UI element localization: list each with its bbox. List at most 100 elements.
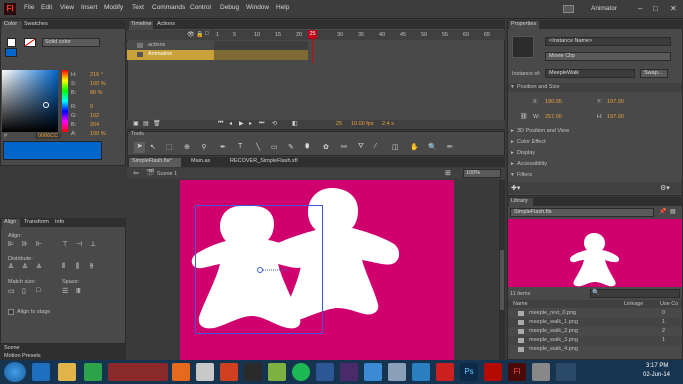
tab-info[interactable]: Info bbox=[55, 219, 64, 225]
new-folder-icon[interactable]: ▤ bbox=[143, 120, 149, 127]
library-search-input[interactable] bbox=[590, 289, 680, 298]
distribute-vcenter-icon[interactable]: ≙ bbox=[22, 263, 28, 271]
distribute-hcenter-icon[interactable]: ⫼ bbox=[76, 263, 79, 271]
align-bottom-icon[interactable]: ⊥ bbox=[90, 240, 96, 248]
paint-bucket-tool-icon[interactable]: ⛛ bbox=[358, 143, 364, 151]
deco-tool-icon[interactable]: ✿ bbox=[323, 143, 329, 151]
instance-name-input[interactable]: <Instance Name> bbox=[545, 37, 671, 46]
filter-options-icon[interactable]: ⚙▾ bbox=[660, 184, 670, 192]
menu-control[interactable]: Control bbox=[190, 4, 211, 11]
menu-help[interactable]: Help bbox=[276, 4, 289, 11]
play-icon[interactable]: ▶ bbox=[239, 120, 244, 127]
next-frame-icon[interactable]: ▸ bbox=[249, 120, 252, 127]
new-library-icon[interactable]: ▤ bbox=[670, 208, 676, 215]
b-value[interactable]: 80 % bbox=[90, 90, 103, 96]
tab-scene[interactable]: Scene bbox=[4, 345, 20, 351]
current-frame-value[interactable]: 25 bbox=[336, 121, 342, 127]
hue-slider[interactable] bbox=[62, 70, 68, 132]
eyedropper-tool-icon[interactable]: ⁄ bbox=[375, 143, 376, 150]
close-button[interactable]: ✕ bbox=[670, 4, 677, 13]
color-picker-cursor[interactable] bbox=[43, 102, 49, 108]
hex-value[interactable]: 0066CC bbox=[35, 133, 62, 139]
start-button-icon[interactable] bbox=[4, 362, 26, 382]
menu-debug[interactable]: Debug bbox=[220, 4, 239, 11]
tab-transform[interactable]: Transform bbox=[24, 219, 49, 225]
taskbar-window-chrome[interactable] bbox=[108, 363, 168, 381]
section-display[interactable]: Display bbox=[517, 150, 535, 156]
stroke-color-icon[interactable]: ✏ bbox=[447, 143, 453, 151]
back-arrow-icon[interactable]: ⇦ bbox=[133, 169, 139, 177]
firefox-icon[interactable] bbox=[172, 363, 190, 381]
no-color-icon[interactable] bbox=[24, 38, 36, 47]
pin-icon[interactable]: 📌 bbox=[659, 208, 666, 215]
word-icon[interactable] bbox=[316, 363, 334, 381]
menu-edit[interactable]: Edit bbox=[41, 4, 52, 11]
space-horizontal-icon[interactable]: Ⅲ bbox=[76, 287, 81, 295]
edit-scene-icon[interactable]: ⊞ bbox=[445, 169, 451, 177]
spotify-icon[interactable] bbox=[292, 363, 310, 381]
workspace-label[interactable]: Animator bbox=[591, 5, 617, 12]
eye-icon[interactable]: 👁 bbox=[187, 31, 195, 38]
meeple-left[interactable] bbox=[191, 206, 306, 329]
s-value[interactable]: 100 % bbox=[90, 81, 106, 87]
layer-name-actions[interactable]: actions bbox=[148, 42, 165, 48]
fill-type-select[interactable]: Solid color bbox=[42, 38, 100, 47]
playhead[interactable]: 25 bbox=[308, 30, 317, 39]
frames-animation[interactable] bbox=[214, 50, 308, 60]
tab-color[interactable]: Color bbox=[2, 21, 22, 29]
last-frame-icon[interactable]: ⏭ bbox=[259, 120, 264, 127]
brush-tool-icon[interactable]: ⬮ bbox=[305, 143, 309, 151]
maximize-button[interactable]: □ bbox=[653, 4, 658, 13]
y-value[interactable]: 197.00 bbox=[607, 99, 624, 105]
selection-tool-icon[interactable]: ➤ bbox=[134, 142, 145, 153]
outline-icon[interactable]: □ bbox=[205, 31, 209, 37]
tab-timeline[interactable]: Timeline bbox=[129, 21, 153, 29]
acrobat-icon[interactable] bbox=[484, 363, 502, 381]
hand-tool-icon[interactable]: ✋ bbox=[410, 143, 419, 151]
blue-value[interactable]: 204 bbox=[90, 122, 99, 128]
section-color-effect[interactable]: Color Effect bbox=[517, 139, 546, 145]
lock-icon[interactable]: 🔒 bbox=[196, 31, 203, 38]
doc-tab-main-as[interactable]: Main.as bbox=[191, 158, 210, 164]
bone-tool-icon[interactable]: ⚯ bbox=[341, 143, 347, 151]
zoom-tool-icon[interactable]: 🔍 bbox=[428, 143, 437, 151]
clock-date[interactable]: 02-Jun-14 bbox=[643, 372, 670, 378]
frames-actions[interactable] bbox=[214, 41, 308, 50]
lock-proportions-icon[interactable]: ⛓ bbox=[520, 113, 528, 120]
ie-icon[interactable] bbox=[32, 363, 50, 381]
network-icon[interactable] bbox=[364, 363, 382, 381]
h-size-value[interactable]: 197.00 bbox=[607, 114, 624, 120]
space-vertical-icon[interactable]: ☰ bbox=[62, 287, 68, 295]
menu-view[interactable]: View bbox=[60, 4, 74, 11]
fill-color-swatch[interactable] bbox=[5, 48, 17, 57]
photoshop-icon[interactable]: Ps bbox=[460, 363, 478, 381]
zoom-select[interactable]: 100% bbox=[463, 169, 501, 178]
menu-text[interactable]: Text bbox=[132, 4, 144, 11]
loop-icon[interactable]: ⟲ bbox=[272, 120, 277, 127]
layer-name-animation[interactable]: Animation bbox=[148, 51, 172, 57]
distribute-top-icon[interactable]: ≚ bbox=[8, 263, 14, 271]
utorrent-icon[interactable] bbox=[268, 363, 286, 381]
column-name[interactable]: Name bbox=[513, 301, 528, 307]
align-top-icon[interactable]: ⊤ bbox=[62, 240, 68, 248]
excel-icon[interactable] bbox=[84, 363, 102, 381]
doc-tab-recover[interactable]: RECOVER_SimpleFlash.xfl bbox=[230, 158, 298, 164]
tab-align[interactable]: Align bbox=[2, 219, 20, 227]
add-filter-icon[interactable]: ✚▾ bbox=[511, 184, 520, 192]
onion-skin-icon[interactable]: ◧ bbox=[292, 120, 298, 127]
tab-motion-presets[interactable]: Motion Presets bbox=[4, 353, 41, 359]
flash-player-icon[interactable] bbox=[436, 363, 454, 381]
h-value[interactable]: 216 ° bbox=[90, 72, 103, 78]
match-height-icon[interactable]: ▯ bbox=[22, 287, 26, 295]
fps-value[interactable]: 10.00 fps bbox=[351, 121, 374, 127]
align-vcenter-icon[interactable]: ⊣ bbox=[76, 240, 82, 248]
system-tray[interactable] bbox=[580, 366, 620, 378]
3d-rotation-tool-icon[interactable]: ⊕ bbox=[184, 143, 190, 151]
new-layer-icon[interactable]: ▣ bbox=[133, 120, 139, 127]
distribute-bottom-icon[interactable]: ≗ bbox=[36, 263, 42, 271]
clock-time[interactable]: 3:17 PM bbox=[646, 363, 668, 369]
tab-library[interactable]: Library bbox=[509, 198, 533, 206]
stage-canvas[interactable] bbox=[180, 180, 454, 360]
section-accessibility[interactable]: Accessibility bbox=[517, 161, 547, 167]
section-filters[interactable]: Filters bbox=[517, 172, 532, 178]
